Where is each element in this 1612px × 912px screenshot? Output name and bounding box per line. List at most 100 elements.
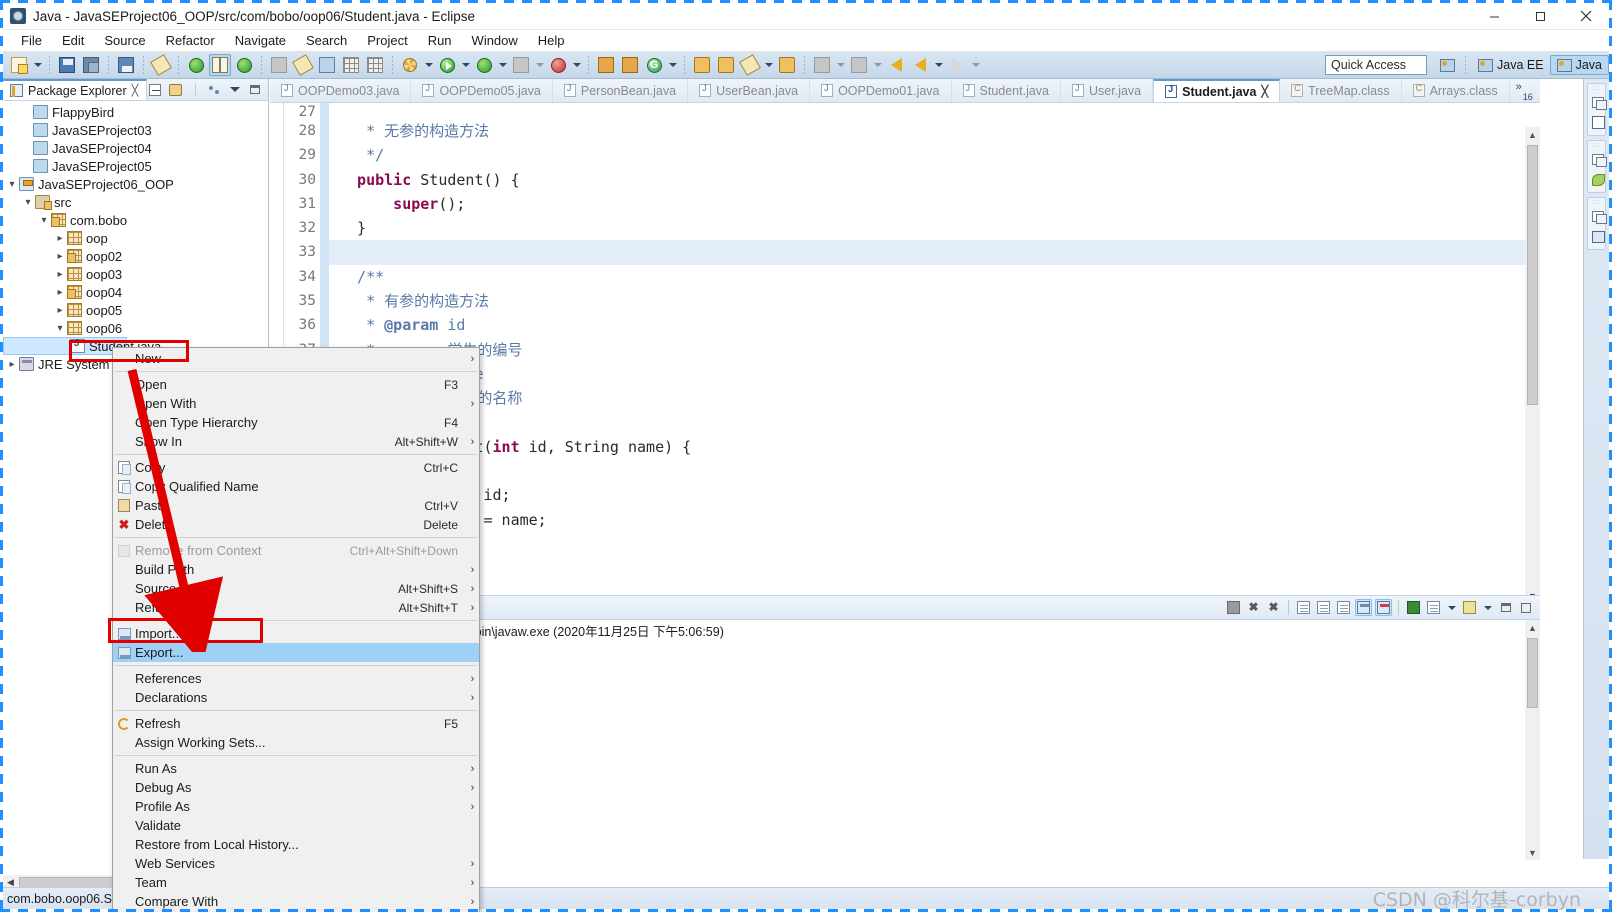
remove-all-launches-icon[interactable]: ✖ bbox=[1265, 599, 1282, 616]
maximize-icon[interactable] bbox=[1517, 3, 1563, 30]
sidebar-item-javaseproject03[interactable]: JavaSEProject03 bbox=[3, 121, 268, 139]
menu-window[interactable]: Window bbox=[462, 31, 528, 50]
menu-refactor[interactable]: Refactor bbox=[156, 31, 225, 50]
show-console-on-output-icon[interactable] bbox=[1355, 599, 1372, 616]
run-last-tool-icon[interactable] bbox=[547, 54, 569, 76]
toggle-mark-occurrences-icon[interactable] bbox=[150, 54, 172, 76]
view-menu-icon[interactable] bbox=[227, 82, 243, 98]
drag-handle[interactable]: ::: bbox=[1588, 86, 1605, 92]
menu-item-restore-from-local-history[interactable]: Restore from Local History... bbox=[113, 835, 479, 854]
tab-personbean-java[interactable]: PersonBean.java bbox=[553, 79, 689, 102]
restore-icon[interactable] bbox=[1588, 207, 1608, 226]
sidebar-item-oop02[interactable]: ▸ oop02 bbox=[3, 247, 268, 265]
sidebar-item-com-bobo[interactable]: ▾ com.bobo bbox=[3, 211, 268, 229]
menu-source[interactable]: Source bbox=[94, 31, 155, 50]
pencil-dropdown-icon[interactable] bbox=[763, 54, 774, 76]
debug-dropdown-icon[interactable] bbox=[497, 54, 508, 76]
editor-vscrollbar[interactable]: ▲ ▼ bbox=[1525, 127, 1540, 603]
menu-item-team[interactable]: Team › bbox=[113, 873, 479, 892]
new-java-class-icon[interactable] bbox=[209, 54, 231, 76]
console-vscrollbar[interactable]: ▲ ▼ bbox=[1525, 620, 1540, 860]
new-package-icon[interactable] bbox=[233, 54, 255, 76]
remove-launch-icon[interactable]: ✖ bbox=[1245, 599, 1262, 616]
close-icon[interactable] bbox=[1563, 3, 1609, 30]
menu-item-new[interactable]: New › bbox=[113, 349, 479, 368]
menu-item-run-as[interactable]: Run As › bbox=[113, 759, 479, 778]
menu-item-validate[interactable]: Validate bbox=[113, 816, 479, 835]
tab-user-java[interactable]: User.java bbox=[1061, 79, 1154, 102]
sidebar-item-oop05[interactable]: ▸ oop05 bbox=[3, 301, 268, 319]
forward-dropdown-icon[interactable] bbox=[970, 54, 981, 76]
menu-item-profile-as[interactable]: Profile As › bbox=[113, 797, 479, 816]
link-with-editor-icon[interactable] bbox=[167, 82, 183, 98]
sidebar-item-oop[interactable]: ▸ oop bbox=[3, 229, 268, 247]
expand-arrow[interactable]: ▸ bbox=[5, 359, 19, 370]
editor-tab-overflow[interactable]: » 16 bbox=[1510, 79, 1539, 102]
toggle-block-selection-icon[interactable] bbox=[364, 54, 386, 76]
external-tools-dropdown-icon[interactable] bbox=[423, 54, 434, 76]
sidebar-item-javaseproject06-oop[interactable]: ▾ JavaSEProject06_OOP bbox=[3, 175, 268, 193]
menu-item-source[interactable]: Source Alt+Shift+S › bbox=[113, 579, 479, 598]
new-java-project-icon[interactable] bbox=[185, 54, 207, 76]
tab-package-explorer[interactable]: Package Explorer ╳ bbox=[3, 79, 148, 100]
sidebar-item-javaseproject04[interactable]: JavaSEProject04 bbox=[3, 139, 268, 157]
open-resource-icon[interactable] bbox=[715, 54, 737, 76]
open-folder-icon[interactable] bbox=[691, 54, 713, 76]
search-type-icon[interactable] bbox=[316, 54, 338, 76]
next-annotation-icon[interactable] bbox=[811, 54, 833, 76]
run-dropdown-icon[interactable] bbox=[460, 54, 471, 76]
menu-run[interactable]: Run bbox=[418, 31, 462, 50]
scroll-lock-icon[interactable] bbox=[1315, 599, 1332, 616]
menu-navigate[interactable]: Navigate bbox=[225, 31, 296, 50]
menu-item-import[interactable]: Import... bbox=[113, 624, 479, 643]
scroll-down-icon[interactable]: ▼ bbox=[1525, 845, 1540, 860]
open-perspective-icon[interactable] bbox=[1436, 54, 1458, 76]
menu-item-compare-with[interactable]: Compare With › bbox=[113, 892, 479, 911]
coverage-dropdown-icon[interactable] bbox=[534, 54, 545, 76]
forward-icon[interactable] bbox=[946, 54, 968, 76]
save-all-icon[interactable] bbox=[80, 54, 102, 76]
menu-item-web-services[interactable]: Web Services › bbox=[113, 854, 479, 873]
forward-history-icon[interactable] bbox=[909, 54, 931, 76]
save-icon[interactable] bbox=[56, 54, 78, 76]
collapse-arrow[interactable]: ▾ bbox=[21, 197, 35, 208]
sidebar-item-oop06[interactable]: ▾ oop06 bbox=[3, 319, 268, 337]
collapse-all-icon[interactable] bbox=[147, 82, 163, 98]
scroll-thumb[interactable] bbox=[1527, 638, 1538, 708]
outline-view-icon[interactable] bbox=[1588, 113, 1608, 132]
tab-student-java-active[interactable]: Student.java ╳ bbox=[1153, 79, 1281, 102]
menu-search[interactable]: Search bbox=[296, 31, 357, 50]
menu-item-references[interactable]: References › bbox=[113, 669, 479, 688]
expand-arrow[interactable]: ▸ bbox=[53, 251, 67, 262]
menu-item-open-type-hierarchy[interactable]: Open Type Hierarchy F4 bbox=[113, 413, 479, 432]
open-web-browser-icon[interactable]: G bbox=[643, 54, 665, 76]
new-wizard-dropdown-icon[interactable] bbox=[32, 54, 43, 76]
menu-project[interactable]: Project bbox=[357, 31, 417, 50]
sidebar-item-student-java[interactable]: Student.java bbox=[3, 337, 161, 355]
scroll-up-icon[interactable]: ▲ bbox=[1525, 620, 1540, 635]
scroll-up-icon[interactable]: ▲ bbox=[1525, 127, 1540, 142]
previous-annotation-dropdown-icon[interactable] bbox=[872, 54, 883, 76]
perspective-javaee[interactable]: Java EE bbox=[1472, 56, 1550, 74]
restore-icon[interactable] bbox=[1588, 150, 1608, 169]
history-dropdown-icon[interactable] bbox=[933, 54, 944, 76]
minimize-icon[interactable] bbox=[247, 82, 263, 98]
sidebar-item-javaseproject05[interactable]: JavaSEProject05 bbox=[3, 157, 268, 175]
maximize-icon[interactable] bbox=[1517, 599, 1534, 616]
menu-item-refresh[interactable]: Refresh F5 bbox=[113, 714, 479, 733]
expand-arrow[interactable]: ▸ bbox=[53, 269, 67, 280]
next-annotation-dropdown-icon[interactable] bbox=[835, 54, 846, 76]
drag-handle[interactable]: ::: bbox=[1588, 143, 1605, 149]
collapse-arrow[interactable]: ▾ bbox=[5, 179, 19, 190]
restore-icon[interactable] bbox=[1588, 93, 1608, 112]
menu-item-paste[interactable]: Paste Ctrl+V bbox=[113, 496, 479, 515]
open-console-icon[interactable] bbox=[1461, 599, 1478, 616]
word-wrap-icon[interactable] bbox=[1335, 599, 1352, 616]
menu-item-debug-as[interactable]: Debug As › bbox=[113, 778, 479, 797]
menu-item-open[interactable]: Open F3 bbox=[113, 375, 479, 394]
collapse-arrow[interactable]: ▾ bbox=[53, 323, 67, 334]
external-tools-icon[interactable] bbox=[399, 54, 421, 76]
menu-item-export[interactable]: Export... bbox=[113, 643, 479, 662]
debug-icon[interactable] bbox=[473, 54, 495, 76]
display-selected-console-dropdown-icon[interactable] bbox=[1446, 597, 1457, 619]
